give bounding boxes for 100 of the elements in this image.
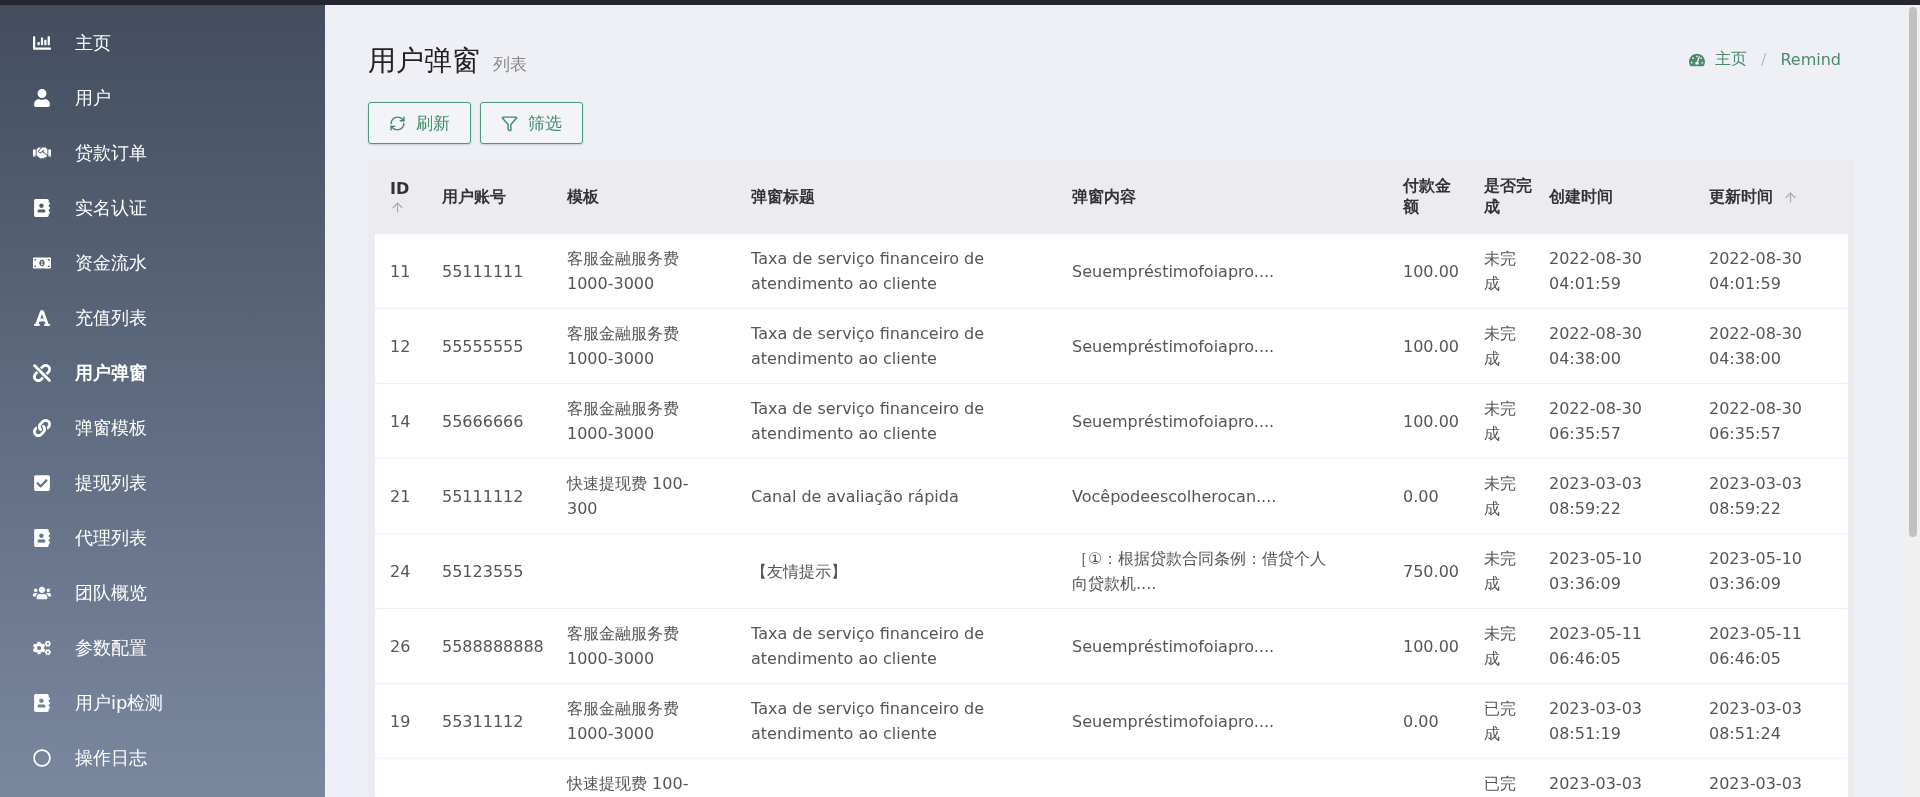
table-cell-text: Taxa de serviço financeiro de atendimento ao cliente [751,323,986,370]
column-header: 创建时间 [1549,186,1613,208]
sidebar-item[interactable]: 资金流水 [0,235,325,290]
column-header: ID [390,179,410,198]
table-cell-text: 100.00 [1403,410,1459,433]
table-cell-text: Seuempréstimofoiapro.... [1072,710,1275,733]
link-icon [32,417,52,438]
sidebar-item[interactable]: 弹窗模板 [0,400,325,455]
table-cell-text: Seuempréstimofoiapro.... [1072,260,1275,283]
sidebar-item[interactable]: 提现列表 [0,455,325,510]
table-cell-text: Seuempréstimofoiapro.... [1072,410,1275,433]
table-cell-text: 未完成 [1484,548,1517,595]
table-cell-text: Taxa de serviço financeiro de atendimento ao cliente [751,623,986,670]
broken-link-icon [32,362,52,383]
table-cell-text: 未完成 [1484,623,1517,670]
sidebar-item[interactable]: 贷款订单 [0,125,325,180]
table-cell-text: 快速提现费 100-300 [567,473,690,520]
table-cell-text: 0.00 [1403,485,1439,508]
column-header: 弹窗标题 [751,186,815,208]
checkbox-icon [32,472,52,493]
table-cell-text: 0.00 [1403,710,1439,733]
sidebar-item[interactable]: 充值列表 [0,290,325,345]
table-cell-text: 客服金融服务费 1000-3000 [567,698,680,745]
table-cell-text: 2023-03-03 [1549,773,1642,795]
table-cell-text: 2023-03-03 08:59:22 [1549,473,1643,520]
table-cell-text: 2023-03-03 08:51:19 [1549,698,1643,745]
table-cell-text: Seuempréstimofoiapro.... [1072,335,1275,358]
table-cell-text: ［①：根据贷款合同条例：借贷个人向贷款机.... [1072,548,1328,595]
table-cell-text: Vocêpodeescolherocan.... [1072,485,1277,508]
column-header: 更新时间 [1709,186,1773,208]
table-cell-text: 2022-08-30 06:35:57 [1709,398,1803,445]
table-cell-text: Taxa de serviço financeiro de atendimento ao cliente [751,248,986,295]
sidebar-item[interactable]: 主页 [0,15,325,70]
table-cell-text: 快速提现费 100- [567,773,689,795]
table-cell-text: 未完成 [1484,473,1517,520]
table-cell-text: 未完成 [1484,323,1517,370]
table-cell-text: 2022-08-30 04:38:00 [1709,323,1803,370]
column-header: 弹窗内容 [1072,186,1136,208]
breadcrumb-link[interactable]: 主页 [1715,49,1748,70]
table-cell-text: 2022-08-30 04:01:59 [1709,248,1803,295]
sidebar-item[interactable]: 用户弹窗 [0,345,325,400]
table-cell-text: 55555555 [442,335,524,358]
table-cell-text: 750.00 [1403,560,1459,583]
table-cell-text: 2022-08-30 04:01:59 [1549,248,1643,295]
contact-card-icon [32,692,52,713]
table-cell-text: 未完成 [1484,398,1517,445]
contact-card-icon [32,197,52,218]
breadcrumb-separator: / [1761,50,1767,69]
table-cell-text: 19 [390,710,411,733]
table-cell-text: 11 [390,260,411,283]
breadcrumb-link[interactable]: Remind [1780,50,1841,69]
column-header: 模板 [567,186,599,208]
table-cell-text: 55111112 [442,485,524,508]
sidebar-item[interactable]: 用户 [0,70,325,125]
column-header: 是否完成 [1484,176,1533,218]
table-cell-text: 14 [390,410,411,433]
table-cell-text: 55666666 [442,410,524,433]
column-header: 付款金额 [1403,176,1452,218]
table-cell-text: 2023-03-03 [1709,773,1802,795]
letter-icon [32,307,52,328]
table-cell-text: 55123555 [442,560,524,583]
sidebar-item[interactable]: 参数配置 [0,620,325,675]
table-cell-text: Taxa de serviço financeiro de atendimento ao cliente [751,698,986,745]
table-cell-text: 2022-08-30 06:35:57 [1549,398,1643,445]
table-cell-text: 12 [390,335,411,358]
table-cell-text: 客服金融服务费 1000-3000 [567,623,680,670]
scrollbar[interactable] [1905,5,1920,797]
sidebar-item[interactable]: 代理列表 [0,510,325,565]
table-cell-text: 2023-03-03 08:51:24 [1709,698,1803,745]
table-cell-text: 2023-05-10 03:36:09 [1709,548,1803,595]
table-cell-text: 55111111 [442,260,524,283]
table-cell-text: 2023-05-11 06:46:05 [1709,623,1803,670]
table-cell-text: 2023-03-03 08:59:22 [1709,473,1803,520]
page-subtitle: 列表 [493,53,527,76]
table-cell-text: 2022-08-30 04:38:00 [1549,323,1643,370]
table-cell-text: 2023-05-11 06:46:05 [1549,623,1643,670]
table-cell-text: 已完 [1484,773,1516,795]
table-cell-text: 客服金融服务费 1000-3000 [567,248,680,295]
refresh-icon [389,114,406,132]
sidebar-item[interactable]: 实名认证 [0,180,325,235]
table-cell-text: 已完成 [1484,698,1517,745]
filter-icon [501,114,518,132]
table-cell-text: 26 [390,635,411,658]
table-cell-text: 5588888888 [442,635,544,658]
sidebar-item[interactable]: 操作日志 [0,730,325,785]
table-cell-text: 100.00 [1403,335,1459,358]
table-cell-text: 24 [390,560,411,583]
contact-card-icon [32,527,52,548]
table-cell-text: Canal de avaliação rápida [751,485,959,508]
table-cell-text: Taxa de serviço financeiro de atendimento ao cliente [751,398,986,445]
table-cell-text: 【友情提示】 [751,560,847,583]
table-cell-text: 100.00 [1403,635,1459,658]
table-cell-text: 100.00 [1403,260,1459,283]
filter-button[interactable]: 筛选 [480,102,583,144]
table-cell-text: 客服金融服务费 1000-3000 [567,323,680,370]
user-icon [32,87,52,108]
refresh-button[interactable]: 刷新 [368,102,471,144]
sidebar-item[interactable]: 用户ip检测 [0,675,325,730]
table-cell-text: 21 [390,485,411,508]
sidebar-item[interactable]: 团队概览 [0,565,325,620]
